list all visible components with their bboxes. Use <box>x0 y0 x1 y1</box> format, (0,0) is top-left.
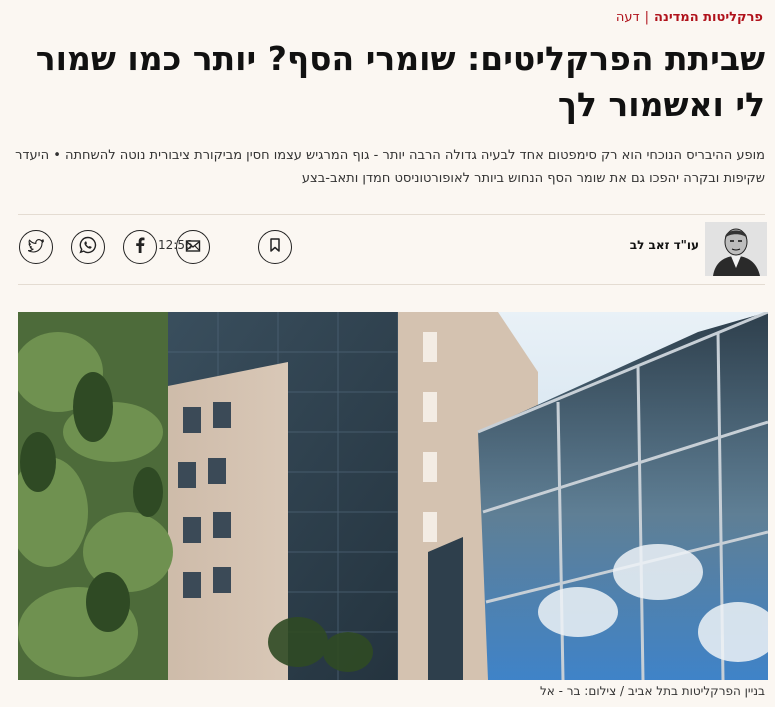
breadcrumb-section-link[interactable]: פרקליטות המדינה <box>654 10 763 25</box>
whatsapp-share-button[interactable] <box>71 230 105 264</box>
image-caption: בניין הפרקליטות בתל אביב / צילום: בר - א… <box>539 684 765 698</box>
breadcrumb-category-link[interactable]: דעה <box>616 10 640 25</box>
facebook-icon <box>135 237 145 257</box>
email-icon <box>185 238 201 257</box>
author-avatar[interactable] <box>705 222 767 276</box>
twitter-share-button[interactable] <box>19 230 53 264</box>
article-title: שביתת הפרקליטים: שומרי הסף? יותר כמו שמו… <box>35 39 765 124</box>
bookmark-icon <box>268 237 282 257</box>
bookmark-button[interactable] <box>258 230 292 264</box>
divider-bottom <box>18 284 765 285</box>
breadcrumb-separator: | <box>644 10 650 25</box>
author-name[interactable]: עו"ד זאב לב <box>630 238 699 252</box>
breadcrumb: פרקליטות המדינה | דעה <box>616 10 763 25</box>
email-share-button[interactable] <box>176 230 210 264</box>
hero-image[interactable] <box>18 312 768 680</box>
twitter-icon <box>27 238 45 257</box>
whatsapp-icon <box>79 236 97 258</box>
article-subtitle: מופע ההיבריס הנוכחי הוא רק סימפטום אחד ל… <box>15 148 765 186</box>
facebook-share-button[interactable] <box>123 230 157 264</box>
divider-top <box>18 214 765 215</box>
